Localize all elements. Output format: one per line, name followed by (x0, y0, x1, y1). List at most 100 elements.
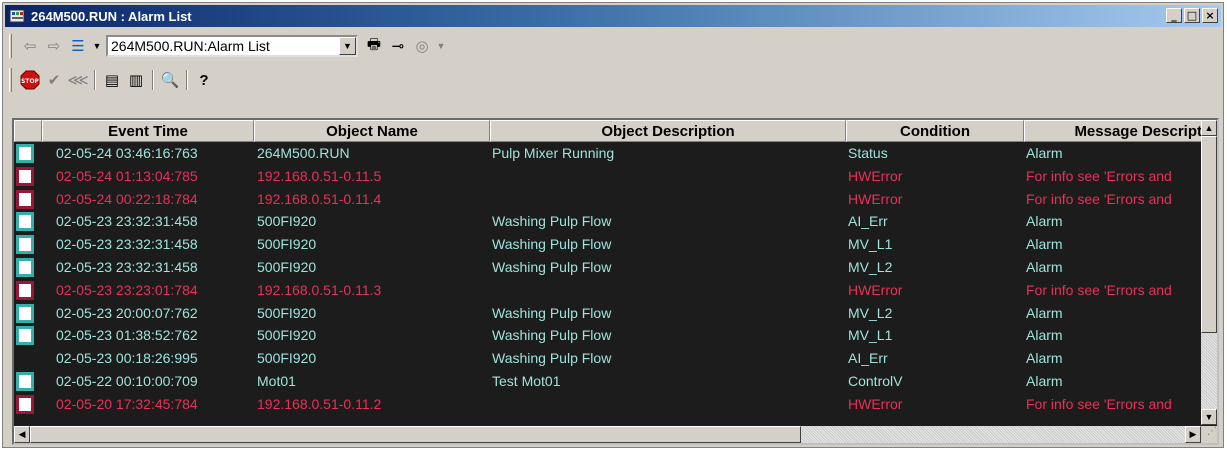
cell-condition: HWError (848, 167, 903, 184)
stop-icon[interactable]: STOP (20, 70, 40, 90)
cell-condition: HWError (848, 281, 903, 298)
acknowledge-check-icon[interactable]: ✔ (44, 70, 64, 90)
camera-icon[interactable]: ◎ (412, 36, 432, 56)
cell-condition: MV_L2 (848, 304, 893, 321)
cell-time: 02-05-20 17:32:45:784 (56, 395, 198, 412)
row-checkbox[interactable] (16, 166, 34, 186)
toolbar-separator (94, 70, 96, 90)
cell-description: Washing Pulp Flow (492, 258, 612, 275)
scroll-right-icon[interactable]: ▶ (1185, 426, 1201, 443)
view-list-icon[interactable]: ☰ (68, 36, 88, 56)
cell-object: 192.168.0.51-0.11.5 (257, 167, 382, 184)
cell-time: 02-05-24 01:13:04:785 (56, 167, 198, 184)
row-checkbox[interactable] (16, 303, 34, 323)
table-row[interactable]: 02-05-23 23:23:01:784 192.168.0.51-0.11.3… (14, 279, 1205, 302)
row-checkbox[interactable] (16, 212, 34, 232)
title-bar[interactable]: 264M500.RUN : Alarm List _ □ × (5, 5, 1221, 27)
table-row[interactable]: 02-05-23 00:18:26:995 500FI920 Washing Pul… (14, 347, 1205, 370)
toolbar-separator (186, 70, 188, 90)
navigation-toolbar: ⇦ ⇨ ☰ ▼ 264M500.RUN:Alarm List ▼ 🖶 ⊸ ◎ ▼ (9, 31, 1219, 61)
table-row[interactable]: 02-05-23 23:32:31:458 500FI920 Washing Pul… (14, 233, 1205, 256)
cell-object: 192.168.0.51-0.11.2 (257, 395, 382, 412)
row-checkbox[interactable] (16, 280, 34, 300)
search-icon[interactable]: 🔍 (160, 70, 180, 90)
vertical-scroll-track[interactable] (1201, 333, 1217, 409)
row-checkbox[interactable] (16, 326, 34, 346)
window-title: 264M500.RUN : Alarm List (31, 8, 192, 24)
scroll-down-icon[interactable]: ▼ (1201, 409, 1217, 425)
cell-condition: AI_Err (848, 350, 888, 367)
toolbar-grip-2[interactable] (9, 68, 12, 92)
table-row[interactable]: 02-05-23 01:38:52:762 500FI920 Washing Pul… (14, 324, 1205, 347)
cell-object: 192.168.0.51-0.11.4 (257, 190, 382, 207)
horizontal-scroll-track[interactable] (801, 426, 1185, 443)
cell-condition: Status (848, 145, 888, 161)
table-row[interactable]: 02-05-24 03:46:16:763 264M500.RUN Pulp Mix… (14, 142, 1205, 165)
cell-time: 02-05-23 23:32:31:458 (56, 258, 198, 275)
row-checkbox[interactable] (16, 371, 34, 391)
maximize-button[interactable]: □ (1184, 8, 1200, 23)
cell-message: Alarm (1026, 145, 1063, 161)
table-row[interactable]: 02-05-23 23:32:31:458 500FI920 Washing Pul… (14, 210, 1205, 233)
view-dropdown-icon[interactable]: ▼ (92, 36, 102, 56)
cell-message: For info see 'Errors and (1026, 190, 1172, 207)
camera-dropdown-icon[interactable]: ▼ (436, 36, 446, 56)
cell-description: Washing Pulp Flow (492, 304, 612, 321)
table-row[interactable]: 02-05-24 01:13:04:785 192.168.0.51-0.11.5… (14, 165, 1205, 188)
help-icon[interactable]: ? (194, 70, 214, 90)
forward-arrow-icon[interactable]: ⇨ (44, 36, 64, 56)
table-row[interactable]: 02-05-24 00:22:18:784 192.168.0.51-0.11.4… (14, 188, 1205, 211)
acknowledge-all-icon[interactable]: ⋘ (67, 70, 88, 90)
cell-message: Alarm (1026, 350, 1063, 367)
column-header-message-description[interactable]: Message Descript (1024, 120, 1205, 142)
row-checkbox[interactable] (16, 394, 34, 414)
horizontal-scroll-thumb[interactable] (30, 426, 801, 443)
cell-object: 500FI920 (257, 350, 317, 367)
cell-object: 500FI920 (257, 327, 317, 344)
table-row[interactable]: 02-05-22 00:10:00:709 Mot01 Test Mot01 Cont… (14, 370, 1205, 393)
header-checkbox-column[interactable] (14, 120, 42, 142)
chevron-down-icon[interactable]: ▼ (339, 37, 356, 55)
table-row[interactable]: 02-05-20 17:32:45:784 192.168.0.51-0.11.2… (14, 393, 1205, 416)
column-header-object-name[interactable]: Object Name (254, 120, 490, 142)
cell-message: Alarm (1026, 304, 1063, 321)
table-row[interactable]: 02-05-23 20:00:07:762 500FI920 Washing Pul… (14, 302, 1205, 325)
vertical-scrollbar[interactable]: ▲ ▼ (1201, 120, 1217, 425)
close-button[interactable]: × (1202, 8, 1218, 23)
cell-message: For info see 'Errors and (1026, 167, 1172, 184)
back-arrow-icon[interactable]: ⇦ (20, 36, 40, 56)
vertical-scroll-thumb[interactable] (1201, 136, 1217, 333)
cell-time: 02-05-24 00:22:18:784 (56, 190, 198, 207)
resize-grip-icon[interactable]: ⋰ (1201, 426, 1217, 443)
minimize-button[interactable]: _ (1166, 8, 1182, 23)
document-icon[interactable]: ▤ (102, 70, 122, 90)
table-row[interactable]: 02-05-23 23:32:31:458 500FI920 Washing Pul… (14, 256, 1205, 279)
cell-message: Alarm (1026, 258, 1063, 275)
scroll-left-icon[interactable]: ◀ (14, 426, 30, 443)
cell-description: Washing Pulp Flow (492, 327, 612, 344)
view-select[interactable]: 264M500.RUN:Alarm List ▼ (106, 35, 358, 57)
column-header-object-description[interactable]: Object Description (490, 120, 846, 142)
row-checkbox[interactable] (16, 235, 34, 255)
row-checkbox[interactable] (16, 257, 34, 277)
column-header-event-time[interactable]: Event Time (42, 120, 254, 142)
cell-message: For info see 'Errors and (1026, 395, 1172, 412)
cell-object: 500FI920 (257, 304, 317, 321)
row-checkbox[interactable] (16, 144, 34, 163)
cell-condition: AI_Err (848, 213, 888, 230)
horizontal-scrollbar[interactable]: ◀ ▶ ⋰ (14, 426, 1217, 443)
row-checkbox[interactable] (16, 189, 34, 209)
cell-description: Test Mot01 (492, 372, 561, 389)
scroll-up-icon[interactable]: ▲ (1201, 120, 1217, 136)
pin-icon[interactable]: ⊸ (388, 36, 408, 56)
cell-time: 02-05-23 23:32:31:458 (56, 213, 198, 230)
toolbar-grip[interactable] (9, 34, 12, 58)
print-icon[interactable]: 🖶 (364, 36, 384, 56)
column-header-condition[interactable]: Condition (846, 120, 1024, 142)
filter-document-icon[interactable]: ▥ (126, 70, 146, 90)
cell-condition: HWError (848, 190, 903, 207)
cell-object: 264M500.RUN (257, 145, 350, 161)
cell-condition: MV_L1 (848, 236, 893, 253)
cell-time: 02-05-24 03:46:16:763 (56, 145, 198, 161)
cell-time: 02-05-23 20:00:07:762 (56, 304, 198, 321)
